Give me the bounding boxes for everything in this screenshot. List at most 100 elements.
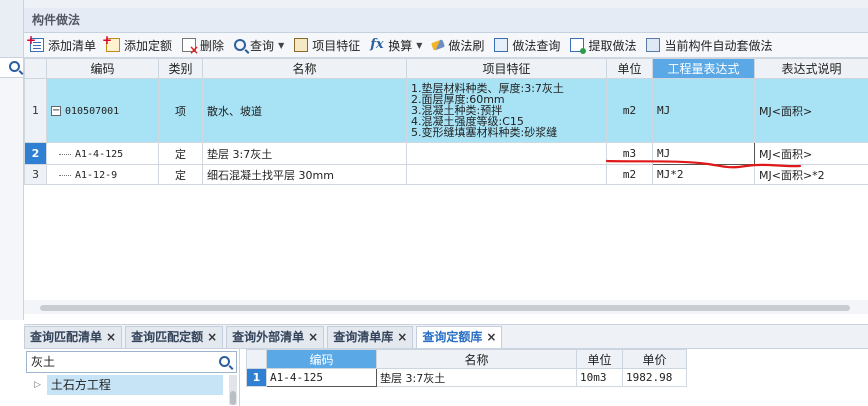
toolbar-button-label: 添加定额 [124, 38, 173, 53]
tree-connector [59, 174, 71, 176]
toolbar-button[interactable]: 做法刷 [431, 37, 485, 54]
dropdown-caret-icon[interactable]: ▼ [416, 41, 422, 50]
toolbar-button[interactable]: 做法查询 [494, 37, 560, 54]
tab-5[interactable]: 查询定额库 × [416, 326, 503, 348]
panel-title: 构件做法 [32, 13, 81, 27]
lib-unit-cell[interactable]: 10m3 [576, 368, 623, 387]
tab-label: 查询清单库 [333, 330, 394, 344]
expand-arrow-icon[interactable]: ▷ [34, 375, 41, 395]
desc-cell[interactable]: MJ<面积> [754, 78, 868, 143]
toolbar-button[interactable]: 添加定额 [102, 33, 173, 54]
library-search-input[interactable]: 灰土 [26, 351, 237, 373]
toolbar-button[interactable]: 添加清单 [26, 33, 97, 54]
toolbar-button-label: 删除 [200, 38, 225, 53]
type-cell[interactable]: 定 [158, 164, 203, 185]
toolbar-button-label: 添加清单 [48, 38, 97, 53]
dropdown-caret-icon[interactable]: ▼ [278, 41, 284, 50]
lib-price-cell[interactable]: 1982.98 [622, 368, 687, 387]
row-number[interactable]: 1 [246, 368, 267, 387]
bottom-tab-bar: 查询匹配清单 × 查询匹配定额 × 查询外部清单 × 查询清单库 × 查询定额库 × [24, 324, 868, 349]
header-expr[interactable]: 工程量表达式 [652, 58, 755, 79]
horizontal-scrollbar[interactable] [24, 300, 868, 314]
brush-icon [431, 39, 446, 51]
table-row[interactable]: 3 A1-12-9 定 细石混凝土找平层 30mm m2 MJ*2 MJ<面积>… [24, 164, 868, 185]
collapse-icon[interactable]: − [51, 106, 61, 116]
tab-1[interactable]: 查询匹配清单 × [24, 326, 123, 348]
name-cell[interactable]: 散水、坡道 [202, 78, 407, 143]
tab-label: 查询匹配清单 [30, 330, 103, 344]
row-number[interactable]: 1 [24, 78, 47, 143]
search-icon[interactable] [219, 356, 230, 367]
close-icon[interactable]: × [397, 330, 407, 344]
code-cell[interactable]: A1-12-9 [46, 164, 159, 185]
name-cell[interactable]: 垫层 3:7灰土 [202, 142, 407, 165]
features-cell[interactable] [406, 164, 607, 185]
lib-header-rownum [246, 349, 267, 369]
tab-4[interactable]: 查询清单库 × [327, 326, 414, 348]
toolbar-button-label: 换算 [388, 38, 413, 53]
name-cell[interactable]: 细石混凝土找平层 30mm [202, 164, 407, 185]
toolbar-button-label: 项目特征 [312, 38, 361, 53]
toolbar-button[interactable]: 查询 ▼ [234, 37, 284, 54]
header-desc[interactable]: 表达式说明 [754, 58, 868, 79]
toolbar-button[interactable]: 提取做法 [570, 37, 636, 54]
toolbar-button[interactable]: 删除 [182, 37, 225, 57]
library-tree-panel: 灰土 ▷ 土石方工程 [24, 349, 240, 406]
lib-header-code[interactable]: 编码 [266, 349, 377, 369]
add-quota-icon [102, 33, 121, 52]
toolbar-button-label: 做法刷 [448, 38, 485, 53]
library-search-value: 灰土 [31, 355, 56, 369]
type-cell[interactable]: 定 [158, 142, 203, 165]
method-grid: 编码 类别 名称 项目特征 单位 工程量表达式 表达式说明 1 −0105070… [24, 58, 868, 185]
unit-cell[interactable]: m2 [606, 78, 653, 143]
row-number[interactable]: 2 [24, 142, 47, 165]
expr-cell[interactable]: MJ [652, 78, 755, 143]
unit-cell[interactable]: m3 [606, 142, 653, 165]
lib-header-unit[interactable]: 单位 [576, 349, 623, 369]
fx-icon: fx [370, 37, 384, 52]
code-cell[interactable]: −010507001 [46, 78, 159, 143]
tab-2[interactable]: 查询匹配定额 × [125, 326, 224, 348]
unit-cell[interactable]: m2 [606, 164, 653, 185]
desc-cell[interactable]: MJ<面积> [754, 142, 868, 165]
lib-header-price[interactable]: 单价 [622, 349, 687, 369]
code-cell[interactable]: A1-4-125 [46, 142, 159, 165]
search-icon[interactable] [9, 61, 20, 72]
lib-name-cell[interactable]: 垫层 3:7灰土 [376, 368, 577, 387]
close-icon[interactable]: × [106, 330, 116, 344]
left-search-cell[interactable] [0, 58, 23, 78]
close-icon[interactable]: × [308, 330, 318, 344]
features-cell[interactable]: 1.垫层材料种类、厚度:3:7灰土 2.面层厚度:60mm 3.混凝土种类:预拌… [406, 78, 607, 143]
toolbar-button-label: 当前构件自动套做法 [664, 38, 773, 53]
toolbar-button[interactable]: 项目特征 [294, 37, 360, 54]
tab-3[interactable]: 查询外部清单 × [226, 326, 325, 348]
header-unit[interactable]: 单位 [606, 58, 653, 79]
desc-cell[interactable]: MJ<面积>*2 [754, 164, 868, 185]
features-cell[interactable] [406, 142, 607, 165]
header-type[interactable]: 类别 [158, 58, 203, 79]
expr-cell[interactable]: MJ*2 [652, 164, 755, 185]
toolbar-button-label: 提取做法 [588, 38, 637, 53]
type-cell[interactable]: 项 [158, 78, 203, 143]
toolbar-button[interactable]: fx 换算 ▼ [370, 37, 422, 54]
toolbar-button[interactable]: 当前构件自动套做法 [646, 37, 772, 54]
close-icon[interactable]: × [486, 330, 496, 344]
tree-item-label: 土石方工程 [46, 375, 223, 395]
lib-code-cell[interactable]: A1-4-125 [266, 368, 377, 387]
scrollbar-thumb[interactable] [40, 305, 850, 311]
close-icon[interactable]: × [207, 330, 217, 344]
table-row[interactable]: 2 A1-4-125 定 垫层 3:7灰土 m3 MJ MJ<面积> [24, 142, 868, 165]
tree-item[interactable]: ▷ 土石方工程 [34, 375, 239, 395]
vertical-scrollbar[interactable] [229, 375, 237, 405]
row-number[interactable]: 3 [24, 164, 47, 185]
lib-header-name[interactable]: 名称 [376, 349, 577, 369]
header-features[interactable]: 项目特征 [406, 58, 607, 79]
toolbar-button-label: 做法查询 [512, 38, 561, 53]
table-row[interactable]: 1 A1-4-125 垫层 3:7灰土 10m3 1982.98 [246, 368, 687, 387]
header-rownum [24, 58, 47, 79]
add-list-icon [26, 33, 44, 52]
header-name[interactable]: 名称 [202, 58, 407, 79]
header-code[interactable]: 编码 [46, 58, 159, 79]
table-row[interactable]: 1 −010507001 项 散水、坡道 1.垫层材料种类、厚度:3:7灰土 2… [24, 78, 868, 143]
expr-cell-editing[interactable]: MJ [652, 142, 755, 165]
